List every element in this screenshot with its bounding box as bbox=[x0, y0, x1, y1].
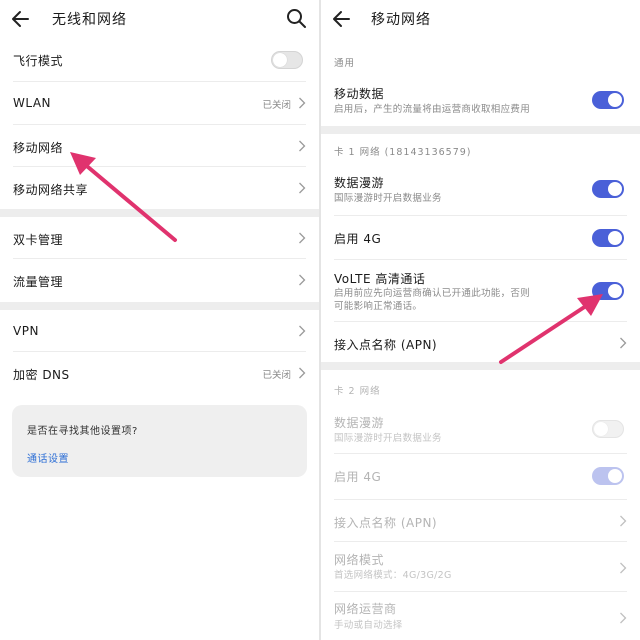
settings-item-label: 接入点名称 (APN) bbox=[334, 338, 438, 352]
settings-item-label: 飞行模式 bbox=[13, 54, 64, 68]
settings-item-label: 接入点名称 (APN) bbox=[334, 516, 438, 530]
settings-item-label: 数据漫游 bbox=[334, 416, 385, 430]
section-gap bbox=[0, 209, 319, 217]
settings-item-sim2-4g: 启用 4G bbox=[321, 454, 640, 500]
settings-item-sim1-apn[interactable]: 接入点名称 (APN) bbox=[321, 322, 640, 362]
settings-item-sim2-apn: 接入点名称 (APN) bbox=[321, 500, 640, 542]
page-title: 无线和网络 bbox=[52, 12, 127, 28]
section-gap bbox=[321, 126, 640, 134]
settings-item-sim1-volte[interactable]: VoLTE 高清通话 启用前应先向运营商确认已开通此功能，否则 可能影响正常通话… bbox=[321, 260, 640, 322]
back-arrow-icon[interactable] bbox=[331, 8, 353, 30]
settings-item-label: VoLTE 高清通话 bbox=[334, 272, 426, 286]
app-bar: 无线和网络 bbox=[0, 0, 319, 38]
settings-item-mobile-network[interactable]: 移动网络 bbox=[0, 125, 319, 167]
sim1-4g-toggle[interactable] bbox=[592, 229, 624, 247]
settings-item-label: 流量管理 bbox=[13, 275, 64, 289]
settings-item-label: 数据漫游 bbox=[334, 176, 385, 190]
suggestion-question: 是否在寻找其他设置项? bbox=[27, 426, 138, 437]
chevron-right-icon bbox=[620, 337, 627, 349]
settings-item-wlan[interactable]: WLAN 已关闭 bbox=[0, 82, 319, 125]
settings-item-sim2-roaming: 数据漫游 国际漫游时开启数据业务 bbox=[321, 406, 640, 454]
settings-item-label: 网络运营商 bbox=[334, 602, 397, 616]
settings-item-sim2-network-mode: 网络模式 首选网络模式：4G/3G/2G bbox=[321, 542, 640, 592]
settings-item-vpn[interactable]: VPN bbox=[0, 310, 319, 352]
left-screen: 无线和网络 飞行模式 WLAN 已关闭 移动网络 移动网络共享 双卡管理 流量管… bbox=[0, 0, 319, 640]
chevron-right-icon bbox=[620, 515, 627, 527]
settings-item-label: 启用 4G bbox=[334, 470, 382, 484]
settings-item-description: 国际漫游时开启数据业务 bbox=[334, 433, 442, 444]
chevron-right-icon bbox=[299, 367, 306, 379]
settings-item-description: 启用后，产生的流量将由运营商收取相应费用 bbox=[334, 104, 531, 115]
section-gap bbox=[0, 302, 319, 310]
settings-item-label: VPN bbox=[13, 324, 39, 338]
settings-item-dual-sim[interactable]: 双卡管理 bbox=[0, 217, 319, 259]
settings-item-private-dns[interactable]: 加密 DNS 已关闭 bbox=[0, 352, 319, 395]
settings-item-label: 移动网络共享 bbox=[13, 183, 89, 197]
right-screen: 移动网络 通用 移动数据 启用后，产生的流量将由运营商收取相应费用 卡 1 网络… bbox=[321, 0, 640, 640]
settings-item-label: 双卡管理 bbox=[13, 233, 64, 247]
settings-item-data-usage[interactable]: 流量管理 bbox=[0, 259, 319, 302]
call-settings-link[interactable]: 通话设置 bbox=[27, 450, 69, 465]
section-gap bbox=[321, 362, 640, 370]
suggestion-card: 是否在寻找其他设置项? 通话设置 bbox=[12, 405, 307, 477]
chevron-right-icon bbox=[299, 97, 306, 109]
settings-item-airplane-mode[interactable]: 飞行模式 bbox=[0, 38, 319, 82]
chevron-right-icon bbox=[620, 562, 627, 574]
settings-item-description: 手动或自动选择 bbox=[334, 620, 403, 631]
chevron-right-icon bbox=[299, 232, 306, 244]
settings-item-sim1-4g[interactable]: 启用 4G bbox=[321, 216, 640, 260]
settings-item-label: 网络模式 bbox=[334, 553, 385, 567]
settings-item-sim2-carrier: 网络运营商 手动或自动选择 bbox=[321, 592, 640, 640]
settings-item-description: 首选网络模式：4G/3G/2G bbox=[334, 570, 452, 581]
settings-item-label: 加密 DNS bbox=[13, 368, 70, 382]
page-title: 移动网络 bbox=[371, 12, 431, 28]
chevron-right-icon bbox=[299, 325, 306, 337]
chevron-right-icon bbox=[299, 274, 306, 286]
mobile-data-toggle[interactable] bbox=[592, 91, 624, 109]
settings-item-label: 启用 4G bbox=[334, 232, 382, 246]
chevron-right-icon bbox=[299, 182, 306, 194]
wlan-status: 已关闭 bbox=[262, 100, 291, 111]
chevron-right-icon bbox=[620, 612, 627, 624]
settings-item-description: 国际漫游时开启数据业务 bbox=[334, 193, 442, 204]
settings-item-label: 移动数据 bbox=[334, 87, 385, 101]
search-icon[interactable] bbox=[285, 7, 307, 29]
section-header-sim1: 卡 1 网络 (18143136579) bbox=[321, 134, 640, 168]
airplane-mode-toggle[interactable] bbox=[271, 51, 303, 69]
settings-item-tethering[interactable]: 移动网络共享 bbox=[0, 167, 319, 209]
sim1-volte-toggle[interactable] bbox=[592, 282, 624, 300]
settings-item-sim1-roaming[interactable]: 数据漫游 国际漫游时开启数据业务 bbox=[321, 168, 640, 216]
sim2-roaming-toggle bbox=[592, 420, 624, 438]
settings-item-description: 启用前应先向运营商确认已开通此功能，否则 bbox=[334, 288, 531, 299]
settings-item-label: 移动网络 bbox=[13, 141, 64, 155]
section-header-general: 通用 bbox=[321, 38, 640, 74]
settings-item-description-line2: 可能影响正常通话。 bbox=[334, 301, 423, 312]
settings-item-label: WLAN bbox=[13, 96, 52, 110]
back-arrow-icon[interactable] bbox=[10, 8, 32, 30]
dns-status: 已关闭 bbox=[262, 370, 291, 381]
app-bar: 移动网络 bbox=[321, 0, 640, 38]
sim2-4g-toggle bbox=[592, 467, 624, 485]
sim1-roaming-toggle[interactable] bbox=[592, 180, 624, 198]
section-header-sim2: 卡 2 网络 bbox=[321, 370, 640, 406]
settings-item-mobile-data[interactable]: 移动数据 启用后，产生的流量将由运营商收取相应费用 bbox=[321, 74, 640, 126]
chevron-right-icon bbox=[299, 140, 306, 152]
